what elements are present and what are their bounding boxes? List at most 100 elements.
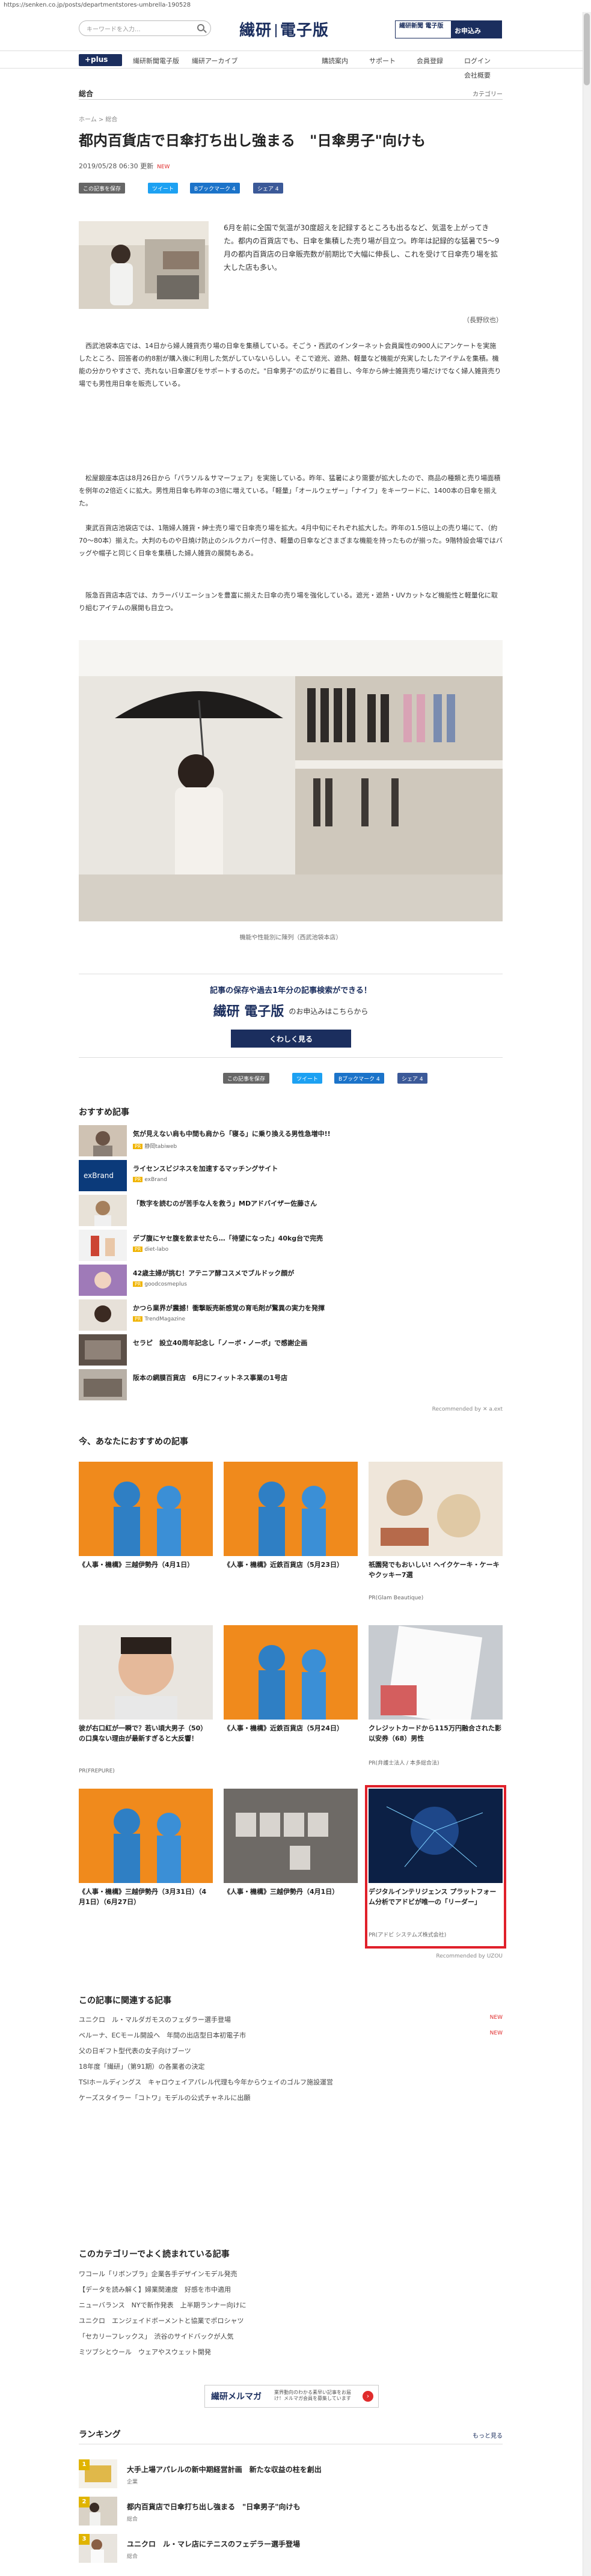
nav-item-login[interactable]: ログイン (464, 56, 491, 66)
recommended-item[interactable]: 気が見えない肩も中間も肩から「寝る」に乗り換える男性急増中!! PR 静岡tabi… (79, 1125, 503, 1156)
related-item[interactable]: ベルーナ、ECモール開設へ 年間の出店型日本初電子市 NEW (79, 2030, 503, 2040)
nav-item-archive[interactable]: 繊研アーカイブ (192, 56, 237, 66)
uzou-card[interactable]: 《人事・機構》近鉄百貨店（5月23日） (224, 1462, 358, 1618)
nav-item-company[interactable]: 会社概要 (464, 70, 491, 80)
ranking-item[interactable]: 1 大手上場アパレルの新中期経営計画 新たな収益の柱を創出 企業 (79, 2459, 503, 2491)
category-item[interactable]: 【データを読み解く】婦業関連度 好感を市中適用 (79, 2285, 503, 2294)
nav-item-register[interactable]: 会員登録 (417, 56, 443, 66)
related-text[interactable]: 18年度「繊研」（第91期）の各業者の決定 (79, 2063, 205, 2071)
search-input[interactable]: キーワードを入力... (79, 20, 211, 36)
card-title[interactable]: 《人事・機構》近鉄百貨店（5月23日） (224, 1560, 358, 1570)
arrow-right-icon[interactable]: › (363, 2391, 373, 2402)
uzou-card[interactable]: 《人事・機構》三越伊勢丹（4月1日） (224, 1789, 358, 1945)
details-button[interactable]: くわしく見る (231, 1030, 351, 1048)
bookmark-button[interactable]: Bブックマーク 4 (190, 183, 240, 194)
recommended-item[interactable]: 「数字を読むのが苦手な人を救う」MDアドバイザー佐藤さん (79, 1195, 503, 1226)
category-item[interactable]: ニューバランス NYで新作発表 上半期ランナー向けに (79, 2300, 503, 2310)
recommended-text[interactable]: セラピ 設立40周年記念し「ノーボ・ノーボ」で感謝企画 (133, 1338, 500, 1348)
recommended-thumbnail (79, 1299, 127, 1331)
site-logo[interactable]: 繊研 電子版 (239, 18, 329, 40)
save-article-button[interactable]: この記事を保存 (79, 183, 126, 194)
ranking-item[interactable]: 3 ユニクロ ル・マレ店にテニスのフェデラー選手登場 総合 (79, 2534, 503, 2565)
nav-item-support[interactable]: サポート (369, 56, 396, 66)
recommended-item[interactable]: デブ腹にヤセ腹を飲ませたら…「待望になった」40kg台で完売 PR diet-la… (79, 1230, 503, 1261)
card-title[interactable]: クレジットカードから115万円融合された影以安券（68）男性 (369, 1723, 503, 1744)
card-title[interactable]: デジタルインテリジェンス プラットフォーム分析でアドビが唯一の「リーダー」 (369, 1887, 503, 1907)
nav-item-digital[interactable]: 繊研新聞電子版 (133, 56, 179, 66)
recommended-text[interactable]: 42歳主婦が挑む！アテニア酵コスメでブルドック顔が (133, 1268, 500, 1278)
ranking-text[interactable]: 大手上場アパレルの新中期経営計画 新たな収益の柱を創出 (127, 2464, 322, 2474)
promo-cta[interactable]: お申込み (455, 26, 481, 35)
ranking-item[interactable]: 2 都内百貨店で日傘打ち出し強まる "日傘男子"向けも 総合 (79, 2497, 503, 2528)
recommended-item[interactable]: 阪本の網膜百貨店 6月にフィットネス事業の1号店 (79, 1369, 503, 1400)
uzou-card[interactable]: 彼が右口紅が一瞬で？若い頃大男子（50）の口臭ない理由が最新すぎると大反響！ P… (79, 1625, 213, 1781)
related-text[interactable]: 父の日ギフト型代表の女子向けブーツ (79, 2047, 191, 2055)
card-source: PR(アドビ システムズ株式会社) (369, 1932, 447, 1938)
ranking-text[interactable]: ユニクロ ル・マレ店にテニスのフェデラー選手登場 (127, 2539, 300, 2549)
category-item[interactable]: ワコール「リボンブラ」企業各手デザインモデル発売 (79, 2269, 503, 2278)
uzou-card-highlighted[interactable]: デジタルインテリジェンス プラットフォーム分析でアドビが唯一の「リーダー」 PR… (365, 1785, 506, 1949)
related-item[interactable]: 父の日ギフト型代表の女子向けブーツ (79, 2046, 503, 2056)
share-bar-top: この記事を保存 ツイート Bブックマーク 4 シェア 4 (79, 183, 503, 194)
uzou-card[interactable]: 《人事・機構》三越伊勢丹（4月1日） (79, 1462, 213, 1618)
related-text[interactable]: ベルーナ、ECモール開設へ 年間の出店型日本初電子市 (79, 2031, 246, 2039)
card-title[interactable]: 彼が右口紅が一瞬で？若い頃大男子（50）の口臭ない理由が最新すぎると大反響！ (79, 1723, 213, 1744)
uzou-card[interactable]: 《人事・機構》三越伊勢丹（3月31日）（4月1日）（6月27日） (79, 1789, 213, 1945)
category-item[interactable]: 「セカリーフレックス」 渋谷のサイドバックが人気 (79, 2331, 503, 2341)
related-item[interactable]: ケーズスタイラー「コトワ」モデルの公式チャネルに出願 (79, 2093, 503, 2102)
scrollbar-thumb[interactable] (584, 13, 590, 85)
man-image (79, 1625, 213, 1720)
search-icon[interactable] (197, 24, 204, 31)
ranking-more-link[interactable]: もっと見る (79, 2431, 503, 2440)
card-title[interactable]: 《人事・機構》三越伊勢丹（4月1日） (224, 1887, 358, 1897)
recommended-item[interactable]: かつら業界が震撼！衝撃販売新感覚の育毛剤が驚異の実力を発揮 PR TrendMag… (79, 1299, 503, 1331)
recommended-text[interactable]: 気が見えない肩も中間も肩から「寝る」に乗り換える男性急増中!! (133, 1129, 500, 1138)
related-text[interactable]: ユニクロ ル・マルダガモスのフェダラー選手登場 (79, 2016, 231, 2024)
facebook-share-button[interactable]: シェア 4 (397, 1073, 427, 1084)
recommended-text[interactable]: 阪本の網膜百貨店 6月にフィットネス事業の1号店 (133, 1373, 500, 1382)
bookmark-button[interactable]: Bブックマーク 4 (334, 1073, 384, 1084)
card-title[interactable]: 《人事・機構》三越伊勢丹（4月1日） (79, 1560, 213, 1570)
related-text[interactable]: ケーズスタイラー「コトワ」モデルの公式チャネルに出願 (79, 2094, 250, 2102)
related-item[interactable]: 18年度「繊研」（第91期）の各業者の決定 (79, 2062, 503, 2071)
uzou-title: 今、あなたにおすすめの記事 (79, 1437, 188, 1447)
new-badge: NEW (489, 2030, 503, 2036)
recommended-item[interactable]: セラピ 設立40周年記念し「ノーボ・ノーボ」で感謝企画 (79, 1334, 503, 1366)
main-nav: +plus 繊研新聞電子版 繊研アーカイブ 購読案内 サポート 会員登録 ログイ… (0, 50, 583, 69)
recommended-text[interactable]: 「数字を読むのが苦手な人を救う」MDアドバイザー佐藤さん (133, 1198, 500, 1208)
recommended-text[interactable]: かつら業界が震撼！衝撃販売新感覚の育毛剤が驚異の実力を発揮 (133, 1303, 500, 1313)
breadcrumb[interactable]: ホーム > 総合 (79, 114, 117, 123)
category-item[interactable]: ミツブシとウール ウェアやスウェット開発 (79, 2347, 503, 2357)
save-article-button[interactable]: この記事を保存 (223, 1073, 270, 1084)
category-item[interactable]: ユニクロ エンジェイドボーメントと協業でポロシャツ (79, 2316, 503, 2325)
tweet-button[interactable]: ツイート (148, 183, 179, 194)
related-item[interactable]: ユニクロ ル・マルダガモスのフェダラー選手登場 NEW (79, 2015, 503, 2024)
plus-button[interactable]: +plus (79, 54, 122, 66)
ranking-category: 企業 (127, 2479, 138, 2485)
related-item[interactable]: TSIホールディングス キャロウェイアパレル代理も今年からウェイのゴルフ施設運営 (79, 2077, 503, 2087)
subscribe-promo[interactable]: 繊研新聞 電子版 お申込み (395, 20, 502, 38)
uzou-card[interactable]: 《人事・機構》近鉄百貨店（5月24日） (224, 1625, 358, 1781)
card-title[interactable]: 祇園発でもおいしい! ヘイクケーキ・ケーキやクッキー7選 (369, 1560, 503, 1580)
promo-logo: 繊研 電子版 (213, 1004, 284, 1019)
newsletter-banner[interactable]: 繊研メルマガ 業界動向のわかる素早い記事をお届け！メルマガ会員を募集しています … (204, 2385, 379, 2408)
recommended-thumbnail: exBrand (79, 1160, 127, 1191)
recommended-credit[interactable]: Recommended by ✕ a.ext (79, 1406, 503, 1412)
facebook-share-button[interactable]: シェア 4 (253, 183, 283, 194)
scrollbar[interactable] (583, 12, 591, 2576)
card-title[interactable]: 《人事・機構》近鉄百貨店（5月24日） (224, 1723, 358, 1733)
ranking-text[interactable]: 都内百貨店で日傘打ち出し強まる "日傘男子"向けも (127, 2501, 301, 2512)
category-dropdown[interactable]: カテゴリー (473, 89, 503, 98)
tweet-button[interactable]: ツイート (292, 1073, 323, 1084)
recommended-item[interactable]: 42歳主婦が挑む！アテニア酵コスメでブルドック顔が PR goodcosmeplu… (79, 1265, 503, 1296)
related-text[interactable]: TSIホールディングス キャロウェイアパレル代理も今年からウェイのゴルフ施設運営 (79, 2078, 333, 2086)
recommended-text[interactable]: ライセンスビジネスを加速するマッチングサイト (133, 1164, 500, 1173)
recommended-text[interactable]: デブ腹にヤセ腹を飲ませたら…「待望になった」40kg台で完売 (133, 1233, 500, 1243)
uzou-card[interactable]: クレジットカードから115万円融合された影以安券（68）男性 PR(弁護士法人 … (369, 1625, 503, 1781)
article-lead: 6月を前に全国で気温が30度超えを記録するところも出るなど、気温を上がってきた。… (224, 224, 500, 272)
uzou-card[interactable]: 祇園発でもおいしい! ヘイクケーキ・ケーキやクッキー7選 PR(Glam Bea… (369, 1462, 503, 1618)
uzou-credit[interactable]: Recommended by UZOU (79, 1953, 503, 1959)
nav-item-subscribe[interactable]: 購読案内 (322, 56, 348, 66)
card-title[interactable]: 《人事・機構》三越伊勢丹（3月31日）（4月1日）（6月27日） (79, 1887, 213, 1907)
recommended-item[interactable]: exBrand ライセンスビジネスを加速するマッチングサイト PR exBrand (79, 1160, 503, 1191)
